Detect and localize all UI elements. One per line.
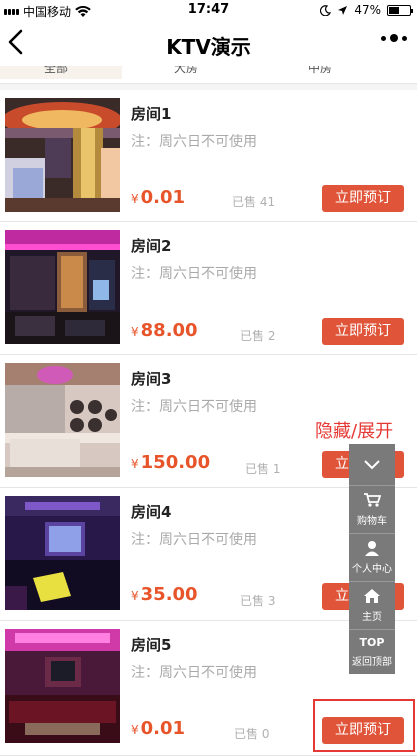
more-dot <box>390 34 398 42</box>
sold-count: 已售 2 <box>240 329 276 343</box>
moon-icon <box>320 4 332 16</box>
price-value: 0.01 <box>140 718 186 739</box>
price-value: 88.00 <box>140 320 198 341</box>
currency-symbol: ¥ <box>131 325 139 339</box>
user-icon <box>365 541 379 556</box>
list-item[interactable]: 房间2 注：周六日不可使用 ¥88.00 已售 2 立即预订 <box>0 222 417 355</box>
nav-bar: KTV演示 <box>0 20 417 66</box>
battery-icon <box>387 4 413 16</box>
room-price: ¥0.01 <box>131 187 185 208</box>
book-now-button[interactable]: 立即预订 <box>322 318 404 345</box>
sold-count: 已售 41 <box>232 195 276 209</box>
more-dot <box>402 35 407 41</box>
user-center-label: 个人中心 <box>352 564 392 575</box>
price-value: 0.01 <box>140 187 186 208</box>
hide-show-toggle[interactable]: 隐藏/展开 <box>315 417 393 443</box>
room-name: 房间2 <box>131 237 172 255</box>
room-note: 注：周六日不可使用 <box>131 134 257 150</box>
room-photo[interactable] <box>5 98 120 212</box>
currency-symbol: ¥ <box>131 192 139 206</box>
more-dots-icon <box>381 35 386 41</box>
room-price: ¥88.00 <box>131 320 198 341</box>
room-photo-image <box>5 98 120 212</box>
more-button[interactable] <box>381 34 407 42</box>
price-value: 150.00 <box>140 452 211 473</box>
room-photo-image <box>5 629 120 743</box>
room-price: ¥0.01 <box>131 718 185 739</box>
room-photo[interactable] <box>5 496 120 610</box>
collapse-button[interactable] <box>349 444 395 486</box>
room-photo[interactable] <box>5 629 120 743</box>
sold-count: 已售 1 <box>245 462 281 476</box>
cart-icon <box>364 493 382 507</box>
top-text: TOP <box>359 636 385 649</box>
chevron-down-icon <box>364 460 380 470</box>
status-right: 47% <box>320 3 413 17</box>
room-name: 房间3 <box>131 370 172 388</box>
sold-count: 已售 0 <box>234 727 270 741</box>
home-icon <box>364 589 380 603</box>
room-name: 房间1 <box>131 105 172 123</box>
tab-large[interactable]: 大房 <box>174 66 198 76</box>
user-center-button[interactable]: 个人中心 <box>349 534 395 582</box>
room-name: 房间4 <box>131 503 172 521</box>
highlight-box <box>313 699 415 752</box>
room-note: 注：周六日不可使用 <box>131 665 257 681</box>
sold-count: 已售 3 <box>240 594 276 608</box>
cart-label: 购物车 <box>357 516 387 527</box>
room-name: 房间5 <box>131 636 172 654</box>
home-label: 主页 <box>362 612 382 623</box>
cart-button[interactable]: 购物车 <box>349 486 395 534</box>
room-price: ¥35.00 <box>131 584 198 605</box>
room-note: 注：周六日不可使用 <box>131 266 257 282</box>
floating-menu: 购物车 个人中心 主页 TOP 返回顶部 <box>349 444 395 674</box>
price-value: 35.00 <box>140 584 198 605</box>
room-photo-image <box>5 230 120 344</box>
room-photo-image <box>5 496 120 610</box>
room-price: ¥150.00 <box>131 452 210 473</box>
tab-all[interactable]: 全部 <box>0 66 122 79</box>
currency-symbol: ¥ <box>131 589 139 603</box>
room-note: 注：周六日不可使用 <box>131 532 257 548</box>
book-now-button[interactable]: 立即预订 <box>322 185 404 212</box>
room-photo[interactable] <box>5 230 120 344</box>
currency-symbol: ¥ <box>131 457 139 471</box>
back-to-top-label: 返回顶部 <box>352 657 392 668</box>
status-bar: 中国移动 17:47 47% <box>0 0 417 20</box>
room-photo-image <box>5 363 120 477</box>
room-photo[interactable] <box>5 363 120 477</box>
category-tabs: 全部 大房 中房 <box>0 66 417 84</box>
location-icon <box>338 5 348 15</box>
currency-symbol: ¥ <box>131 723 139 737</box>
page-title: KTV演示 <box>166 35 251 59</box>
list-item[interactable]: 房间1 注：周六日不可使用 ¥0.01 已售 41 立即预订 <box>0 90 417 222</box>
tab-medium[interactable]: 中房 <box>308 66 332 76</box>
battery-percent: 47% <box>354 3 381 17</box>
room-note: 注：周六日不可使用 <box>131 399 257 415</box>
back-to-top-button[interactable]: TOP 返回顶部 <box>349 630 395 674</box>
home-button[interactable]: 主页 <box>349 582 395 630</box>
